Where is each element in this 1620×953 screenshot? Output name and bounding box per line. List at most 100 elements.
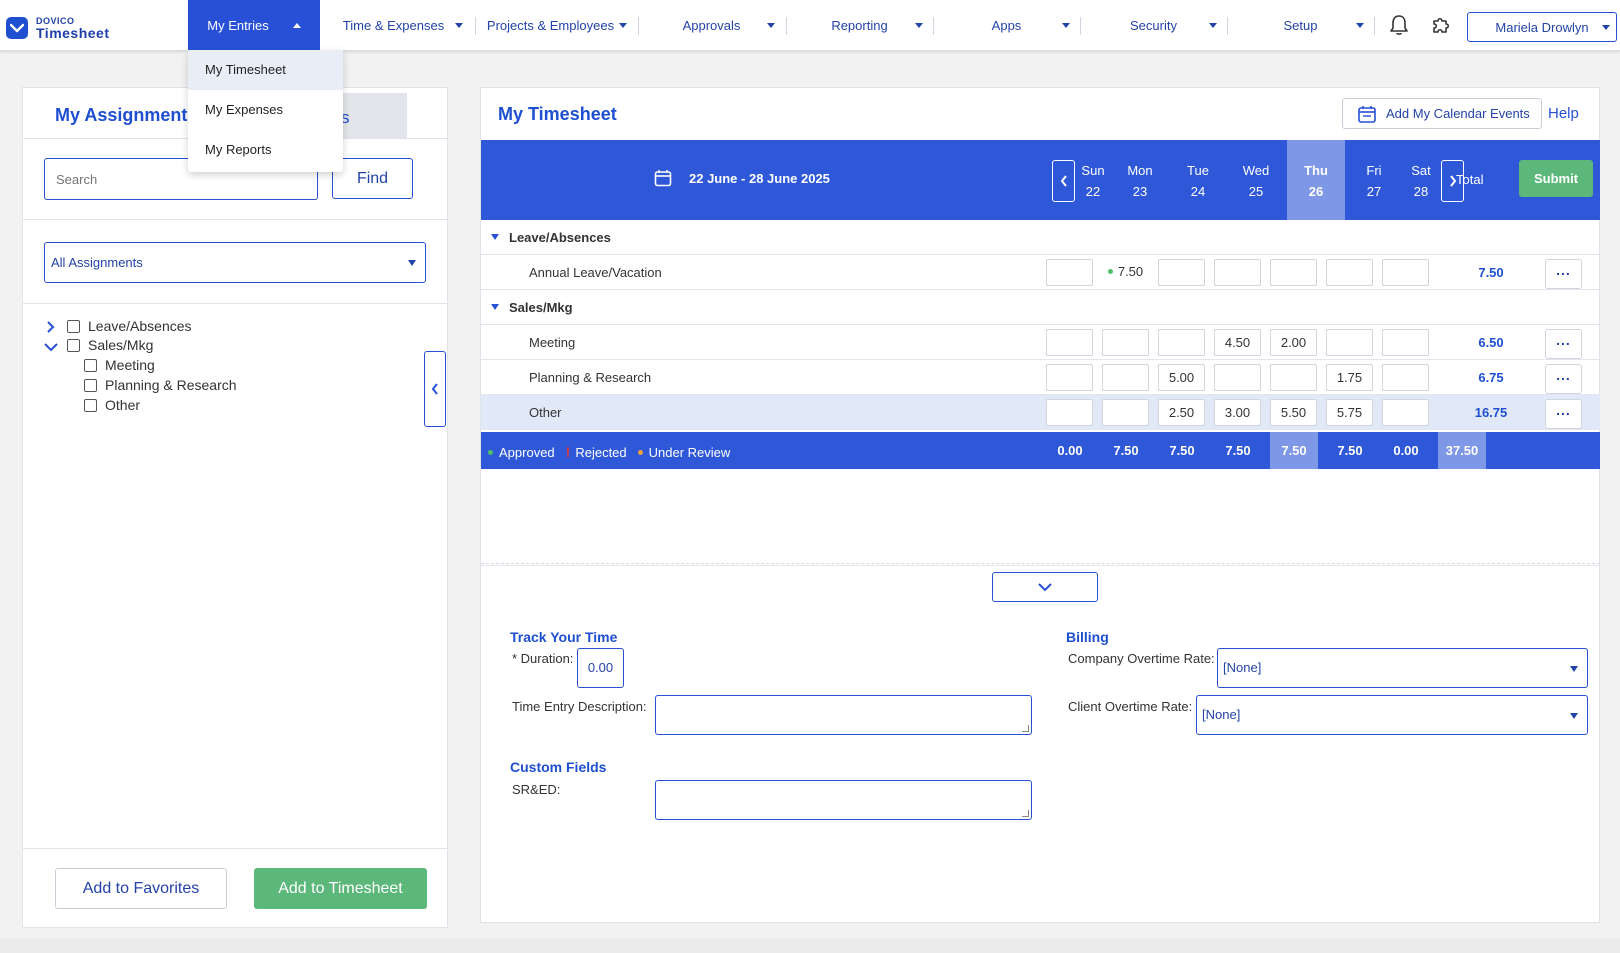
puzzle-icon[interactable] xyxy=(1427,0,1455,50)
row-more-button[interactable]: ... xyxy=(1545,329,1582,359)
nav-reporting[interactable]: Reporting xyxy=(792,0,927,50)
resize-grip-icon[interactable] xyxy=(1022,725,1029,732)
group-row[interactable]: Sales/Mkg xyxy=(481,290,1600,325)
time-cell[interactable] xyxy=(1382,259,1429,286)
tree-item-meeting[interactable]: Meeting xyxy=(84,357,155,373)
time-cell[interactable] xyxy=(1382,329,1429,356)
time-cell[interactable] xyxy=(1326,259,1373,286)
daily-total: 7.50 xyxy=(1113,443,1139,458)
time-cell[interactable] xyxy=(1382,364,1429,391)
sred-textarea[interactable] xyxy=(655,780,1032,820)
row-more-button[interactable]: ... xyxy=(1545,399,1582,429)
select-arrow-icon xyxy=(1570,666,1578,672)
add-calendar-events-button[interactable]: Add My Calendar Events xyxy=(1342,98,1542,129)
time-cell[interactable] xyxy=(1158,259,1205,286)
assignments-filter-select[interactable]: All Assignments xyxy=(44,242,426,283)
page-title: My Timesheet xyxy=(498,104,617,124)
resize-grip-icon[interactable] xyxy=(1022,810,1029,817)
group-row[interactable]: Leave/Absences xyxy=(481,220,1600,255)
bell-icon[interactable] xyxy=(1385,0,1413,50)
checkbox[interactable] xyxy=(84,358,97,372)
time-cell[interactable] xyxy=(1102,399,1149,426)
add-to-timesheet-button[interactable]: Add to Timesheet xyxy=(254,868,427,909)
chevron-down-icon xyxy=(1209,23,1217,28)
menu-item-my-reports[interactable]: My Reports xyxy=(188,130,343,170)
checkbox[interactable] xyxy=(84,398,97,412)
my-entries-dropdown: My Timesheet My Expenses My Reports xyxy=(188,50,343,172)
nav-security[interactable]: Security xyxy=(1086,0,1221,50)
time-cell[interactable] xyxy=(1046,259,1093,286)
submit-button[interactable]: Submit xyxy=(1519,160,1593,197)
client-overtime-select[interactable]: [None] xyxy=(1196,695,1588,735)
time-cell[interactable]: 5.75 xyxy=(1326,399,1373,426)
tab-my-assignments[interactable]: My Assignments xyxy=(55,105,197,126)
task-label: Annual Leave/Vacation xyxy=(529,265,662,280)
time-cell[interactable]: 3.00 xyxy=(1214,399,1261,426)
time-cell[interactable] xyxy=(1214,259,1261,286)
time-cell[interactable]: 5.50 xyxy=(1270,399,1317,426)
time-cell[interactable] xyxy=(1102,364,1149,391)
client-rate-label: Client Overtime Rate: xyxy=(1068,699,1193,714)
divider xyxy=(23,848,447,849)
company-overtime-select[interactable]: [None] xyxy=(1217,648,1588,688)
time-cell[interactable] xyxy=(1158,329,1205,356)
nav-separator xyxy=(475,17,476,35)
task-label: Other xyxy=(529,405,562,420)
checkbox[interactable] xyxy=(67,338,80,352)
duration-input[interactable]: 0.00 xyxy=(577,648,624,688)
nav-setup[interactable]: Setup xyxy=(1233,0,1368,50)
task-row: Meeting 4.50 2.00 6.50 ... xyxy=(481,325,1600,360)
time-cell[interactable] xyxy=(1214,364,1261,391)
user-menu-button[interactable]: Mariela Drowlyn xyxy=(1467,12,1617,42)
help-link[interactable]: Help xyxy=(1548,105,1579,122)
checkbox[interactable] xyxy=(84,378,97,392)
find-button[interactable]: Find xyxy=(332,158,413,199)
chevron-down-icon xyxy=(1602,25,1610,30)
tree-item-leave-absences[interactable]: Leave/Absences xyxy=(67,318,192,334)
time-cell[interactable]: 2.00 xyxy=(1270,329,1317,356)
time-cell[interactable] xyxy=(1270,259,1317,286)
time-cell[interactable] xyxy=(1102,329,1149,356)
collapse-panel-button[interactable] xyxy=(424,351,446,427)
menu-item-my-expenses[interactable]: My Expenses xyxy=(188,90,343,130)
app-logo[interactable]: DOVICO Timesheet xyxy=(6,14,110,42)
menu-item-my-timesheet[interactable]: My Timesheet xyxy=(188,50,343,90)
nav-time-expenses[interactable]: Time & Expenses xyxy=(337,0,469,50)
time-cell[interactable]: 5.00 xyxy=(1158,364,1205,391)
time-cell[interactable] xyxy=(1046,329,1093,356)
time-cell[interactable]: 7.50 xyxy=(1102,259,1149,286)
chevron-right-icon[interactable] xyxy=(44,321,56,333)
time-cell[interactable] xyxy=(1326,329,1373,356)
group-label: Sales/Mkg xyxy=(509,300,573,315)
checkbox[interactable] xyxy=(67,319,80,333)
time-cell[interactable]: 4.50 xyxy=(1214,329,1261,356)
logo-text: DOVICO Timesheet xyxy=(36,16,110,40)
chevron-down-icon[interactable] xyxy=(44,341,58,353)
splitter[interactable] xyxy=(481,563,1600,566)
time-cell[interactable] xyxy=(1046,399,1093,426)
row-more-button[interactable]: ... xyxy=(1545,364,1582,394)
time-cell[interactable] xyxy=(1046,364,1093,391)
assignments-filter-value: All Assignments xyxy=(51,255,143,270)
day-header-mon: Mon 23 xyxy=(1111,140,1169,220)
tree-item-other[interactable]: Other xyxy=(84,397,140,413)
nav-approvals[interactable]: Approvals xyxy=(644,0,779,50)
day-header-wed: Wed 25 xyxy=(1227,140,1285,220)
row-total: 6.50 xyxy=(1478,335,1504,350)
nav-apps[interactable]: Apps xyxy=(939,0,1074,50)
tree-item-sales-mkg[interactable]: Sales/Mkg xyxy=(67,337,153,353)
description-textarea[interactable] xyxy=(655,695,1032,735)
nav-my-entries[interactable]: My Entries xyxy=(188,0,320,50)
tree-item-planning-research[interactable]: Planning & Research xyxy=(84,377,237,393)
time-cell[interactable]: 2.50 xyxy=(1158,399,1205,426)
toggle-details-button[interactable] xyxy=(992,572,1098,602)
page-footer-strip xyxy=(0,938,1620,953)
top-nav: DOVICO Timesheet My Entries Time & Expen… xyxy=(0,0,1620,51)
week-range: 22 June - 28 June 2025 xyxy=(654,169,830,187)
time-cell[interactable] xyxy=(1270,364,1317,391)
time-cell[interactable]: 1.75 xyxy=(1326,364,1373,391)
add-to-favorites-button[interactable]: Add to Favorites xyxy=(55,868,227,909)
row-more-button[interactable]: ... xyxy=(1545,259,1582,289)
time-cell[interactable] xyxy=(1382,399,1429,426)
nav-projects-employees[interactable]: Projects & Employees xyxy=(484,0,630,50)
